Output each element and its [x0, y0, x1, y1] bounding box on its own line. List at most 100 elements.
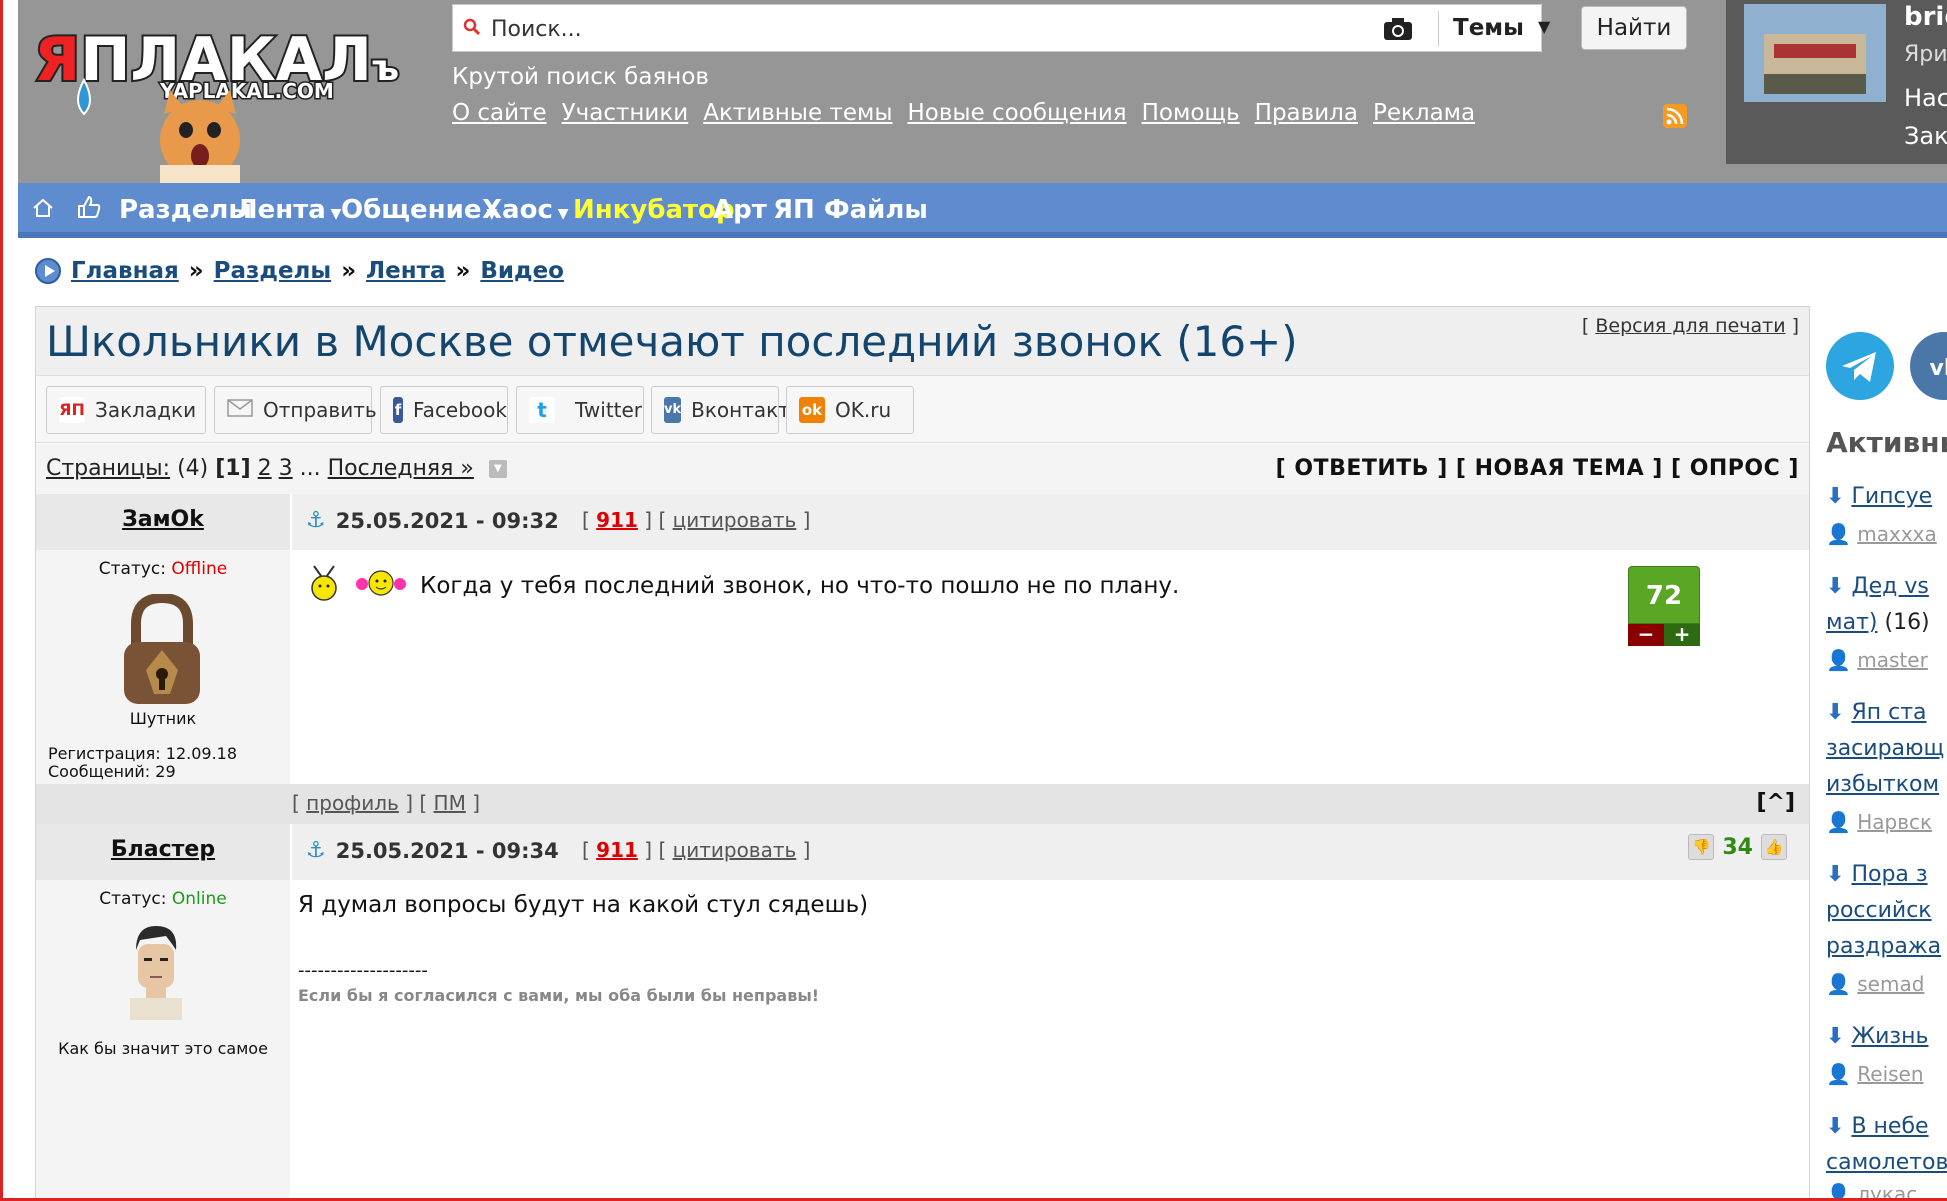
avatar[interactable] — [126, 924, 186, 1020]
search-input[interactable]: Поиск... — [491, 17, 582, 42]
share-bookmarks-button[interactable]: ЯП Закладки — [46, 386, 206, 434]
print-version-link[interactable]: Версия для печати — [1595, 315, 1785, 337]
sidebar-item-title[interactable]: избытком — [1826, 772, 1939, 797]
link-new-messages[interactable]: Новые сообщения — [907, 100, 1126, 126]
link-active-topics[interactable]: Активные темы — [703, 100, 892, 126]
breadcrumb-sections[interactable]: Разделы — [214, 258, 332, 284]
rating-plus-button[interactable]: + — [1664, 624, 1700, 646]
report-button[interactable]: 911 — [596, 838, 638, 862]
camera-icon[interactable] — [1383, 17, 1413, 46]
sidebar-item-user[interactable]: 👤 Нарвск — [1826, 810, 1932, 834]
author-link[interactable]: ЗамOk — [122, 507, 204, 532]
sidebar-user-name[interactable]: Reisen — [1857, 1062, 1923, 1086]
anchor-icon[interactable]: ⚓ — [306, 508, 326, 533]
link-ads[interactable]: Реклама — [1373, 100, 1475, 126]
sidebar-item-title[interactable]: Дед vs — [1851, 574, 1928, 599]
anchor-icon[interactable]: ⚓ — [306, 838, 326, 863]
share-twitter-button[interactable]: t Twitter — [516, 386, 644, 434]
rss-icon[interactable] — [1663, 104, 1687, 128]
sidebar-item-title[interactable]: засирающ — [1826, 736, 1944, 761]
nav-files[interactable]: ЯП Файлы — [773, 195, 928, 225]
sidebar-item-line[interactable]: самолетов — [1826, 1150, 1947, 1175]
breadcrumb-home[interactable]: Главная — [71, 258, 179, 284]
sidebar-item[interactable]: ⬇ Пора з — [1826, 862, 1928, 887]
link-about[interactable]: О сайте — [452, 100, 547, 126]
page-link-2[interactable]: 2 — [258, 456, 272, 481]
sidebar-item[interactable]: ⬇ Дед vs — [1826, 574, 1929, 599]
profile-link[interactable]: профиль — [306, 791, 399, 815]
share-facebook-button[interactable]: f Facebook — [380, 386, 508, 434]
sidebar-user-name[interactable]: maxxxa — [1857, 522, 1937, 546]
last-page-link[interactable]: Последняя » — [328, 456, 474, 481]
breadcrumb-video[interactable]: Видео — [480, 258, 564, 284]
facebook-icon: f — [393, 397, 404, 423]
topic-actions[interactable]: [ ОТВЕТИТЬ ] [ НОВАЯ ТЕМА ] [ ОПРОС ] — [1276, 456, 1799, 481]
avatar[interactable] — [118, 592, 206, 706]
sidebar-item-line[interactable]: избытком — [1826, 772, 1939, 797]
sidebar-item[interactable]: ⬇ В небе — [1826, 1114, 1929, 1139]
thumbs-up-icon[interactable] — [76, 195, 102, 226]
sidebar-item-user[interactable]: 👤 maxxxa — [1826, 522, 1937, 546]
home-icon[interactable] — [32, 196, 54, 226]
pm-link[interactable]: ПМ — [434, 791, 466, 815]
breadcrumb-feed[interactable]: Лента — [366, 258, 445, 284]
author-link[interactable]: Бластер — [111, 837, 215, 862]
sidebar-item-line[interactable]: раздража — [1826, 934, 1941, 959]
topic-container: Школьники в Москве отмечают последний зв… — [35, 306, 1810, 1201]
sidebar-item-user[interactable]: 👤 master — [1826, 648, 1928, 672]
thumbs-up-icon[interactable]: 👍 — [1761, 834, 1787, 860]
user-panel-line1[interactable]: brigi — [1904, 2, 1947, 32]
share-vk-button[interactable]: vk Вконтакте — [651, 386, 802, 434]
user-panel-line4[interactable]: Закл — [1904, 122, 1947, 150]
scroll-top-button[interactable]: [^] — [1756, 790, 1795, 815]
sidebar-item-title[interactable]: Яп ста — [1851, 700, 1926, 725]
link-members[interactable]: Участники — [562, 100, 689, 126]
sidebar-user-name[interactable]: master — [1857, 648, 1928, 672]
share-email-button[interactable]: Отправить — [214, 386, 377, 434]
link-rules[interactable]: Правила — [1255, 100, 1358, 126]
vk-icon[interactable]: vk — [1910, 332, 1947, 400]
sidebar-item-title[interactable]: Жизнь — [1851, 1024, 1928, 1049]
sidebar-item[interactable]: ⬇ Гипсуе — [1826, 484, 1932, 509]
sidebar-item-line[interactable]: российск — [1826, 898, 1932, 923]
nav-feed[interactable]: Лента ▼ — [236, 195, 341, 225]
sidebar-item-user[interactable]: 👤 semad — [1826, 972, 1924, 996]
user-panel-photo[interactable] — [1744, 4, 1886, 102]
search-box[interactable]: Поиск... Темы ▼ — [452, 4, 1550, 52]
sidebar-user-name[interactable]: Нарвск — [1857, 810, 1932, 834]
search-button[interactable]: Найти — [1581, 6, 1687, 50]
page-link-3[interactable]: 3 — [279, 456, 293, 481]
sidebar-item-user[interactable]: 👤 Reisen — [1826, 1062, 1924, 1086]
sidebar-item-line[interactable]: засирающ — [1826, 736, 1944, 761]
nav-art[interactable]: Арт — [713, 195, 767, 225]
sidebar-item-title[interactable]: В небе — [1851, 1114, 1928, 1139]
page-jump-icon[interactable]: ▼ — [488, 460, 507, 478]
link-help[interactable]: Помощь — [1142, 100, 1240, 126]
nav-social[interactable]: Общение ▼ — [341, 195, 497, 225]
sidebar-item-title[interactable]: самолетов — [1826, 1150, 1947, 1175]
sidebar-item-title[interactable]: Гипсуе — [1851, 484, 1932, 509]
logo-image: ЯПЛАКАЛъ YAPLAKAL.COM — [32, 23, 401, 185]
user-panel-line3[interactable]: Наст — [1904, 84, 1947, 112]
sidebar-item-title[interactable]: мат) — [1826, 610, 1877, 635]
sidebar-item-title[interactable]: раздража — [1826, 934, 1941, 959]
sidebar-user-name[interactable]: semad — [1857, 972, 1924, 996]
site-logo[interactable]: ЯПЛАКАЛъ YAPLAKAL.COM — [32, 10, 442, 185]
nav-chaos[interactable]: Хаос ▼ — [482, 195, 569, 225]
search-scope-select[interactable]: Темы — [1453, 15, 1524, 41]
report-button[interactable]: 911 — [596, 508, 638, 532]
rating-minus-button[interactable]: − — [1628, 624, 1664, 646]
sidebar-item-title[interactable]: российск — [1826, 898, 1932, 923]
nav-sections[interactable]: Разделы — [119, 195, 252, 225]
sidebar-item-line[interactable]: мат) (16) — [1826, 610, 1930, 635]
thumbs-down-icon[interactable]: 👎 — [1688, 834, 1715, 860]
telegram-icon[interactable] — [1826, 332, 1894, 400]
quote-button[interactable]: цитировать — [673, 838, 797, 862]
share-ok-button[interactable]: ok OK.ru — [786, 386, 914, 434]
nav-incubator[interactable]: Инкубатор — [573, 195, 735, 225]
pages-label[interactable]: Страницы: — [46, 456, 170, 481]
sidebar-item[interactable]: ⬇ Яп ста — [1826, 700, 1927, 725]
sidebar-item-title[interactable]: Пора з — [1851, 862, 1927, 887]
sidebar-item[interactable]: ⬇ Жизнь — [1826, 1024, 1928, 1049]
quote-button[interactable]: цитировать — [673, 508, 797, 532]
